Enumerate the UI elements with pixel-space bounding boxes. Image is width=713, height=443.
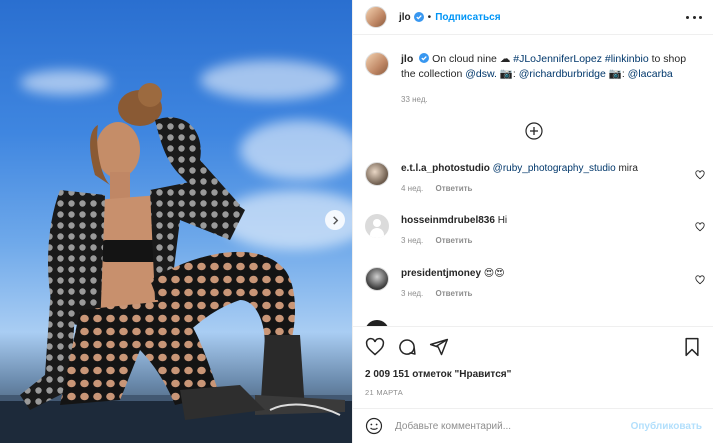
post-image[interactable] — [0, 0, 352, 443]
heart-icon[interactable] — [695, 275, 705, 285]
caption-hashtags[interactable]: #JLoJenniferLopez #linkinbio — [513, 53, 648, 65]
likes-count[interactable]: 2 009 151 отметок "Нравится" — [365, 369, 511, 380]
post-actions: 2 009 151 отметок "Нравится" 21 МАРТА — [353, 326, 713, 408]
mention-link[interactable]: @lacarba — [628, 68, 673, 80]
mention-link[interactable]: @dsw. — [465, 68, 497, 80]
caption-text-start: On cloud nine — [432, 53, 500, 65]
publish-button[interactable]: Опубликовать — [631, 421, 702, 432]
comment-icon[interactable] — [397, 337, 417, 357]
next-image-button[interactable] — [325, 210, 345, 230]
comment-username[interactable]: hosseinmdrubel836 — [401, 215, 495, 226]
avatar[interactable] — [365, 6, 387, 28]
reply-button[interactable]: Ответить — [436, 236, 473, 245]
separator-dot: • — [427, 11, 432, 23]
avatar[interactable] — [365, 52, 389, 76]
comment-time[interactable]: 3 нед. — [401, 236, 423, 245]
add-comment-bar: Опубликовать — [353, 408, 713, 443]
heart-icon[interactable] — [695, 222, 705, 232]
follow-button[interactable]: Подписаться — [435, 12, 500, 23]
camera-emoji: 📷: — [496, 68, 519, 80]
comment-time[interactable]: 4 нед. — [401, 184, 423, 193]
caption-time[interactable]: 33 нед. — [401, 95, 428, 104]
post-date[interactable]: 21 МАРТА — [365, 388, 403, 397]
post-panel: jlo • Подписаться jlo On cloud nine ☁ #J… — [352, 0, 713, 443]
comment-item: presidentjmoney 😍😍 3 нед. Ответить — [365, 267, 705, 298]
verified-badge-icon — [413, 12, 424, 22]
share-icon[interactable] — [429, 337, 449, 357]
avatar[interactable] — [365, 214, 389, 238]
post-caption: jlo On cloud nine ☁ #JLoJenniferLopez #l… — [365, 52, 705, 82]
heart-icon[interactable] — [365, 337, 385, 357]
comment-text: Hi — [494, 215, 508, 226]
reply-button[interactable]: Ответить — [436, 184, 473, 193]
caption-username[interactable]: jlo — [401, 53, 413, 65]
comment-item: e.t.l.a_photostudio @ruby_photography_st… — [365, 162, 705, 193]
reply-button[interactable]: Ответить — [436, 289, 473, 298]
verified-badge-icon — [419, 53, 430, 63]
more-options-icon[interactable] — [686, 10, 702, 24]
comment-username[interactable]: presidentjmoney — [401, 268, 481, 279]
bookmark-icon[interactable] — [682, 337, 702, 357]
comment-item: hosseinmdrubel836 Hi 3 нед. Ответить — [365, 214, 705, 245]
comment-time[interactable]: 3 нед. — [401, 289, 423, 298]
post-username[interactable]: jlo — [399, 12, 411, 23]
heart-icon[interactable] — [695, 170, 705, 180]
comment-input[interactable] — [395, 420, 631, 432]
mention-link[interactable]: @ruby_photography_studio — [493, 163, 616, 174]
mention-link[interactable]: @richardburbridge — [519, 68, 606, 80]
caption-text: jlo On cloud nine ☁ #JLoJenniferLopez #l… — [401, 52, 701, 82]
camera-emoji: 📷: — [605, 68, 628, 80]
chevron-right-icon — [332, 215, 338, 225]
avatar[interactable] — [365, 267, 389, 291]
cloud-emoji: ☁ — [499, 53, 511, 65]
emoji-icon[interactable] — [365, 417, 383, 435]
load-more-comments-icon[interactable] — [525, 122, 543, 140]
model-figure — [0, 83, 352, 443]
avatar[interactable] — [365, 162, 389, 186]
comment-username[interactable]: e.t.l.a_photostudio — [401, 163, 490, 174]
post-header: jlo • Подписаться — [353, 0, 713, 35]
comment-text: 😍😍 — [481, 268, 505, 279]
comment-text: mira — [615, 163, 638, 174]
